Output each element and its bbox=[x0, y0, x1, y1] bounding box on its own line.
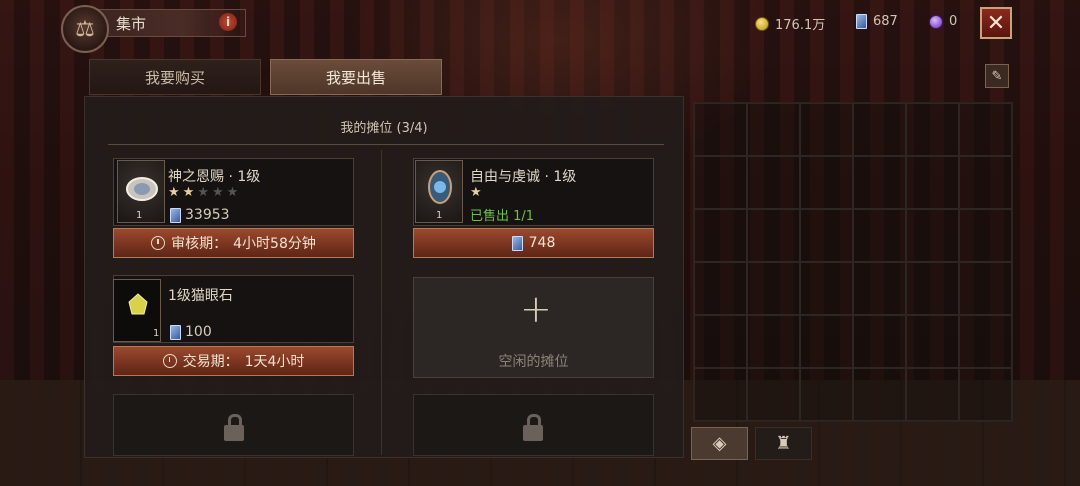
item-stars: ★★★★★ bbox=[168, 185, 242, 200]
inventory-grid bbox=[693, 102, 1013, 422]
inventory-cell[interactable] bbox=[906, 103, 959, 156]
inventory-cell[interactable] bbox=[853, 368, 906, 421]
inventory-cell[interactable] bbox=[747, 156, 800, 209]
orb-amount: 0 bbox=[949, 14, 958, 29]
item-price: 33953 bbox=[170, 207, 230, 223]
inventory-cell[interactable] bbox=[694, 368, 747, 421]
inventory-cell[interactable] bbox=[853, 315, 906, 368]
orb-currency: 0 bbox=[929, 14, 957, 29]
inventory-cell[interactable] bbox=[694, 103, 747, 156]
panel-title: 我的摊位 (3/4) bbox=[340, 121, 428, 136]
clock-icon bbox=[162, 354, 177, 368]
card-amount: 687 bbox=[873, 14, 898, 29]
tab-sell[interactable]: 我要出售 bbox=[270, 59, 442, 95]
clock-icon bbox=[151, 236, 166, 250]
inventory-cell[interactable] bbox=[906, 156, 959, 209]
inventory-cell[interactable] bbox=[747, 209, 800, 262]
inventory-cell[interactable] bbox=[959, 156, 1012, 209]
close-button[interactable]: ✕ bbox=[980, 7, 1012, 39]
item-name: 1级猫眼石 bbox=[168, 288, 233, 304]
inventory-cell[interactable] bbox=[853, 156, 906, 209]
scales-icon: ⚖ bbox=[61, 5, 109, 53]
close-icon: ✕ bbox=[986, 10, 1006, 36]
gem-icon: ◈ bbox=[712, 433, 727, 454]
tab-buy[interactable]: 我要购买 bbox=[89, 59, 261, 95]
item-name: 自由与虔诚 · 1级 bbox=[470, 169, 577, 185]
item-name: 神之恩赐 · 1级 bbox=[168, 169, 261, 185]
inventory-cell[interactable] bbox=[800, 262, 853, 315]
inventory-cell[interactable] bbox=[800, 315, 853, 368]
item-stars: ★ bbox=[470, 185, 485, 200]
tab-bag[interactable]: ♜ bbox=[755, 427, 812, 460]
inventory-cell[interactable] bbox=[747, 262, 800, 315]
inventory-cell[interactable] bbox=[906, 315, 959, 368]
card-icon bbox=[170, 207, 181, 223]
inventory-cell[interactable] bbox=[853, 209, 906, 262]
inventory-cell[interactable] bbox=[959, 103, 1012, 156]
inventory-cell[interactable] bbox=[906, 262, 959, 315]
info-button[interactable]: i bbox=[219, 13, 237, 31]
inventory-cell[interactable] bbox=[959, 262, 1012, 315]
card-icon bbox=[856, 14, 867, 29]
item-price: 100 bbox=[170, 324, 212, 340]
plus-icon: + bbox=[520, 287, 552, 331]
inventory-cell[interactable] bbox=[800, 156, 853, 209]
inventory-cell[interactable] bbox=[800, 209, 853, 262]
inventory-cell[interactable] bbox=[694, 209, 747, 262]
trade-timer-bar: 交易期： 1天4小时 bbox=[113, 346, 354, 376]
review-timer-bar: 审核期： 4小时58分钟 bbox=[113, 228, 354, 258]
tab-gems[interactable]: ◈ bbox=[691, 427, 748, 460]
inventory-cell[interactable] bbox=[959, 368, 1012, 421]
scroll-icon[interactable]: ✎ bbox=[985, 64, 1009, 88]
item-quantity: 1 bbox=[153, 328, 160, 339]
bag-icon: ♜ bbox=[775, 433, 792, 454]
item-quantity: 1 bbox=[136, 210, 143, 221]
inventory-cell[interactable] bbox=[906, 368, 959, 421]
inventory-cell[interactable] bbox=[959, 209, 1012, 262]
inventory-cell[interactable] bbox=[747, 103, 800, 156]
inventory-cell[interactable] bbox=[853, 103, 906, 156]
collect-button[interactable]: 748 bbox=[413, 228, 654, 258]
gold-coin-icon bbox=[755, 16, 769, 31]
gold-amount: 176.1万 bbox=[775, 18, 826, 33]
inventory-cell[interactable] bbox=[694, 315, 747, 368]
card-currency: 687 bbox=[856, 14, 898, 29]
inventory-cell[interactable] bbox=[800, 368, 853, 421]
empty-slot-label: 空闲的摊位 bbox=[498, 354, 569, 370]
inventory-cell[interactable] bbox=[747, 368, 800, 421]
lock-icon bbox=[224, 414, 244, 441]
column-divider bbox=[381, 150, 382, 455]
inventory-cell[interactable] bbox=[959, 315, 1012, 368]
card-icon bbox=[511, 235, 523, 251]
inventory-cell[interactable] bbox=[694, 156, 747, 209]
inventory-cell[interactable] bbox=[800, 103, 853, 156]
panel-divider bbox=[108, 144, 664, 145]
inventory-cell[interactable] bbox=[853, 262, 906, 315]
card-icon bbox=[170, 324, 181, 340]
item-quantity: 1 bbox=[436, 210, 443, 221]
inventory-cell[interactable] bbox=[694, 262, 747, 315]
page-title: 集市 bbox=[116, 15, 147, 33]
inventory-cell[interactable] bbox=[747, 315, 800, 368]
sold-status: 已售出 1/1 bbox=[470, 209, 535, 224]
inventory-cell[interactable] bbox=[906, 209, 959, 262]
lock-icon bbox=[523, 414, 543, 441]
gold-currency: 176.1万 bbox=[755, 14, 825, 33]
orb-icon bbox=[929, 14, 943, 29]
